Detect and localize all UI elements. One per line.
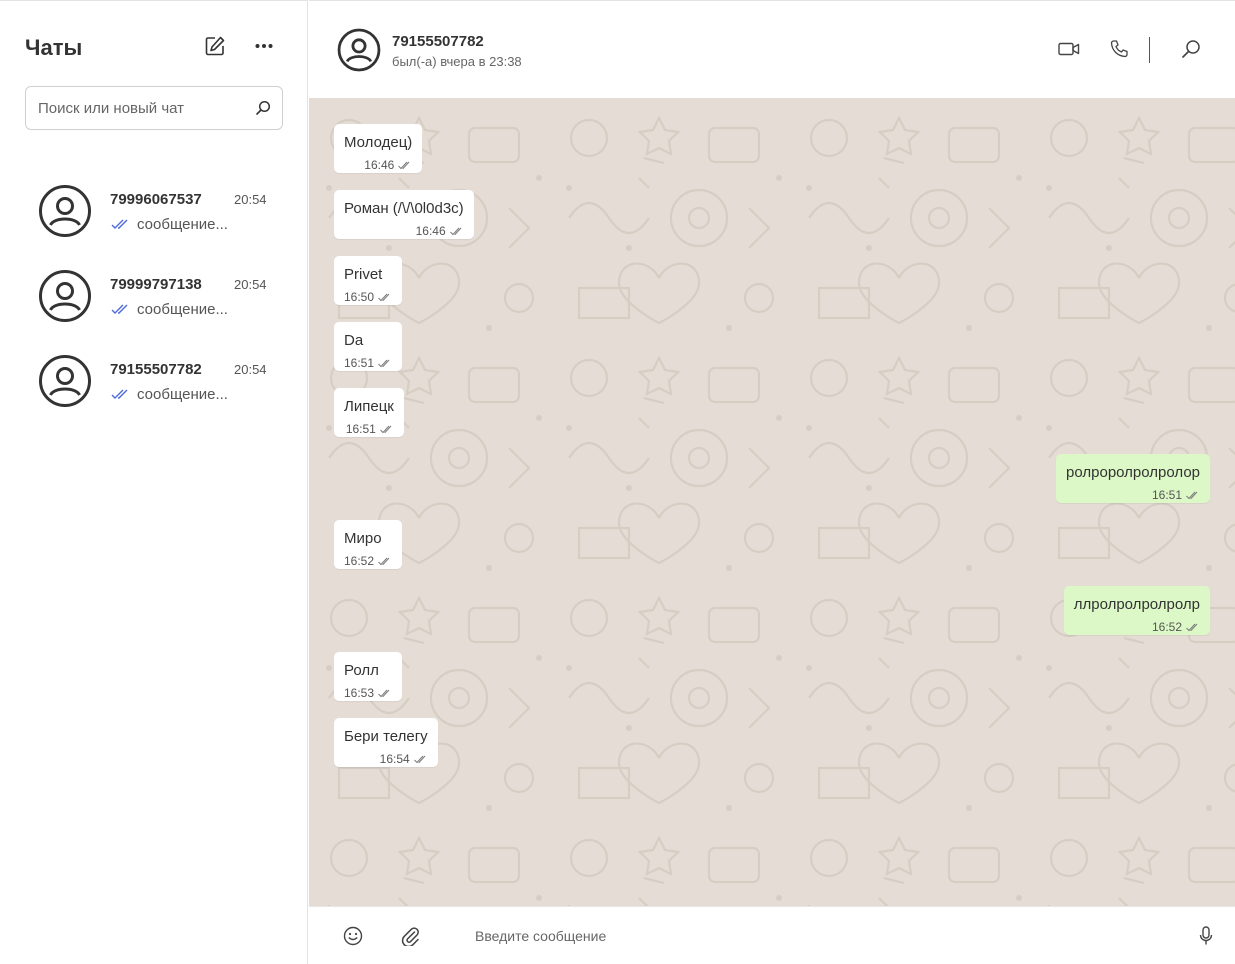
- read-ticks-icon: [111, 219, 128, 229]
- read-ticks-icon: [378, 557, 390, 565]
- message-time: 16:52: [344, 554, 375, 568]
- message-time: 16:50: [344, 290, 375, 304]
- chat-preview: сообщение...: [137, 386, 228, 403]
- message-time: 16:54: [379, 752, 410, 766]
- message-bubble-incoming[interactable]: Privet 16:50: [334, 256, 403, 305]
- message-bubble-incoming[interactable]: Da 16:51: [334, 322, 403, 371]
- message-text: Da: [344, 332, 364, 349]
- avatar-icon: [39, 270, 91, 322]
- chat-time: 20:54: [234, 192, 267, 207]
- message-text: Бери телегу: [344, 728, 428, 745]
- avatar-icon: [39, 355, 91, 407]
- chat-list-item[interactable]: 79996067537 20:54 сообщение...: [0, 169, 307, 254]
- chat-name: 79996067537: [110, 191, 202, 208]
- message-bubble-incoming[interactable]: Липецк 16:51: [334, 388, 404, 437]
- smiley-icon: [343, 926, 363, 946]
- message-bubble-incoming[interactable]: Бери телегу 16:54: [334, 718, 438, 767]
- message-bubble-outgoing[interactable]: ролроролролролор 16:51: [1056, 454, 1210, 503]
- message-time: 16:46: [415, 224, 446, 238]
- message-bubble-outgoing[interactable]: ллролролролролр 16:52: [1063, 586, 1210, 635]
- read-ticks-icon: [1186, 491, 1198, 499]
- read-ticks-icon: [378, 359, 390, 367]
- message-bubble-incoming[interactable]: Миро 16:52: [334, 520, 403, 569]
- chat-list-item[interactable]: 79999797138 20:54 сообщение...: [0, 254, 307, 339]
- microphone-icon: [1199, 926, 1213, 945]
- read-ticks-icon: [379, 425, 392, 433]
- header-divider: [1149, 37, 1150, 63]
- read-ticks-icon: [111, 389, 128, 399]
- message-text: ллролролролролр: [1073, 596, 1200, 613]
- more-options-button[interactable]: [250, 32, 278, 60]
- sidebar: Чаты 79996067537 20:54: [0, 0, 308, 964]
- more-icon: [255, 44, 273, 48]
- message-text: Миро: [344, 530, 382, 547]
- message-bubble-incoming[interactable]: Роман (/\/\0l0d3c) 16:46: [334, 190, 474, 239]
- message-time: 16:51: [344, 356, 375, 370]
- chat-header: 79155507782 был(-а) вчера в 23:38: [309, 0, 1235, 98]
- read-ticks-icon: [413, 755, 426, 763]
- paperclip-icon: [401, 927, 419, 946]
- avatar-icon: [39, 185, 91, 237]
- search-input[interactable]: [38, 87, 248, 129]
- message-time: 16:52: [1151, 620, 1182, 634]
- chat-name: 79999797138: [110, 276, 202, 293]
- avatar-icon[interactable]: [337, 28, 381, 72]
- chat-search-button[interactable]: [1179, 37, 1203, 61]
- chat-time: 20:54: [234, 277, 267, 292]
- message-time: 16:46: [364, 158, 395, 172]
- voice-call-button[interactable]: [1107, 37, 1131, 61]
- message-text: Роман (/\/\0l0d3c): [344, 200, 464, 217]
- message-input[interactable]: [475, 921, 1175, 951]
- read-ticks-icon: [378, 689, 390, 697]
- voice-message-button[interactable]: [1194, 924, 1218, 948]
- read-ticks-icon: [1186, 623, 1198, 631]
- message-bubble-incoming[interactable]: Ролл 16:53: [334, 652, 403, 701]
- video-call-button[interactable]: [1057, 37, 1081, 61]
- emoji-button[interactable]: [341, 924, 365, 948]
- message-composer: [309, 906, 1235, 964]
- read-ticks-icon: [449, 227, 462, 235]
- chat-name: 79155507782: [110, 361, 202, 378]
- compose-icon: [205, 36, 225, 56]
- new-chat-button[interactable]: [201, 32, 229, 60]
- read-ticks-icon: [378, 293, 390, 301]
- search-icon[interactable]: [254, 99, 272, 122]
- message-text: Липецк: [344, 398, 394, 415]
- attach-button[interactable]: [398, 924, 422, 948]
- chat-list: 79996067537 20:54 сообщение... 799997971…: [0, 169, 307, 424]
- video-camera-icon: [1058, 42, 1080, 56]
- contact-status: был(-а) вчера в 23:38: [392, 54, 522, 69]
- message-text: ролроролролролор: [1066, 464, 1200, 481]
- read-ticks-icon: [398, 161, 410, 169]
- phone-icon: [1110, 40, 1128, 58]
- message-time: 16:51: [345, 422, 376, 436]
- message-bubble-incoming[interactable]: Молодец) 16:46: [334, 124, 423, 173]
- search-box: [25, 86, 283, 130]
- message-text: Privet: [344, 266, 383, 283]
- read-ticks-icon: [111, 304, 128, 314]
- chat-panel: 79155507782 был(-а) вчера в 23:38 Молоде…: [309, 0, 1235, 964]
- message-area[interactable]: Молодец) 16:46 Роман (/\/\0l0d3c) 16:46 …: [309, 98, 1235, 906]
- sidebar-title: Чаты: [25, 35, 83, 60]
- chat-preview: сообщение...: [137, 301, 228, 318]
- message-time: 16:53: [344, 686, 375, 700]
- chat-list-item[interactable]: 79155507782 20:54 сообщение...: [0, 339, 307, 424]
- contact-name[interactable]: 79155507782: [392, 33, 484, 50]
- chat-preview: сообщение...: [137, 216, 228, 233]
- message-time: 16:51: [1151, 488, 1182, 502]
- message-text: Ролл: [344, 662, 379, 679]
- message-text: Молодец): [344, 134, 413, 151]
- chat-time: 20:54: [234, 362, 267, 377]
- search-icon: [1182, 40, 1200, 58]
